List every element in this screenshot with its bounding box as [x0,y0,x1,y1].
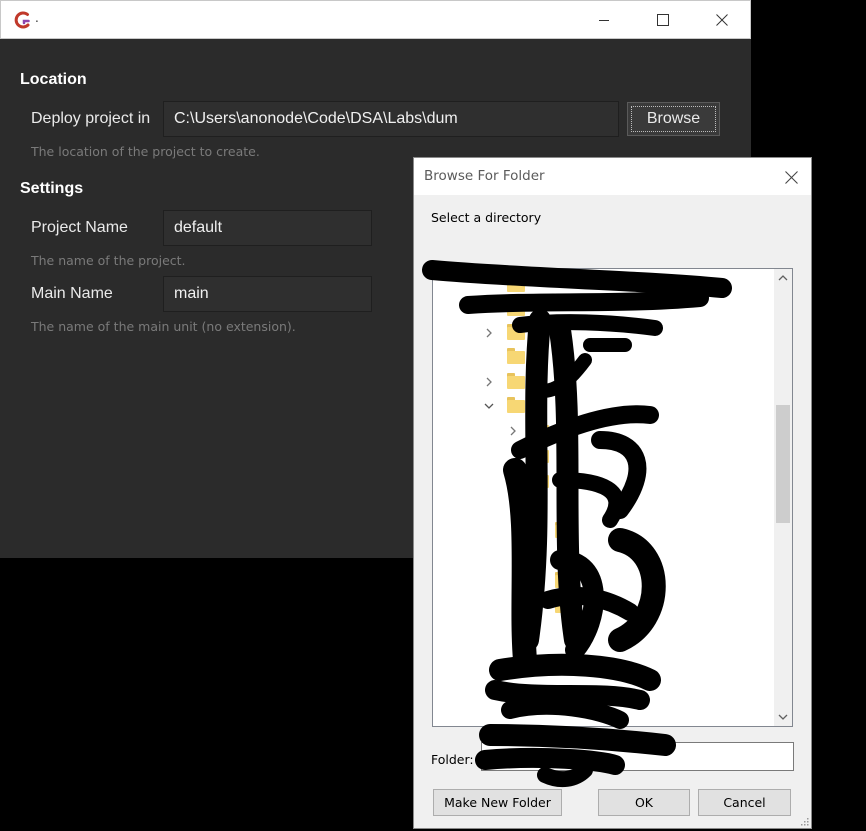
chevron-down-icon[interactable] [483,400,495,412]
tree-item[interactable] [433,594,773,618]
folder-icon [531,422,549,438]
app-logo-icon [14,11,30,29]
folder-icon [507,397,525,413]
cancel-button[interactable]: Cancel [698,789,791,816]
dialog-instruction: Select a directory [431,210,542,225]
minimize-icon [599,20,609,21]
folder-icon [507,373,525,389]
main-name-label: Main Name [31,285,113,302]
tree-item[interactable] [433,569,773,593]
tree-item[interactable] [433,519,773,543]
chevron-right-icon[interactable] [507,425,519,437]
main-name-hint: The name of the main unit (no extension)… [31,319,296,334]
folder-icon [507,348,525,364]
browse-folder-dialog: Browse For Folder Select a directory Fol… [413,157,812,829]
location-hint: The location of the project to create. [31,144,260,159]
tree-item[interactable] [433,345,773,369]
folder-icon [531,472,549,488]
settings-heading: Settings [20,180,84,197]
dialog-title: Browse For Folder [424,168,545,184]
browse-button[interactable]: Browse [627,102,720,136]
tree-item[interactable] [433,394,773,418]
make-new-folder-button[interactable]: Make New Folder [433,789,562,816]
folder-label: Folder: [431,752,474,767]
folder-icon [531,447,549,463]
resize-grip-icon[interactable] [799,816,809,826]
close-button[interactable] [699,1,745,39]
close-icon [784,170,798,184]
scroll-thumb[interactable] [776,405,790,523]
tree-item[interactable] [433,444,773,468]
folder-icon [507,300,525,316]
folder-icon [507,324,525,340]
chevron-down-icon [778,714,788,720]
folder-icon [507,276,525,292]
dialog-close-button[interactable] [776,162,806,192]
deploy-label: Deploy project in [31,110,151,127]
folder-icon [555,572,573,588]
ok-button[interactable]: OK [598,789,690,816]
folder-tree[interactable] [432,268,793,727]
scroll-up-button[interactable] [774,269,792,287]
tree-item[interactable] [433,273,773,297]
minimize-button[interactable] [581,1,627,39]
folder-icon [555,597,573,613]
tree-scrollbar[interactable] [774,269,792,726]
main-name-input[interactable]: main [163,276,372,312]
tree-item[interactable] [433,469,773,493]
chevron-right-icon[interactable] [483,327,495,339]
scroll-down-button[interactable] [774,708,792,726]
folder-input[interactable] [481,742,794,771]
tree-item[interactable] [433,370,773,394]
folder-icon [555,522,573,538]
project-name-input[interactable]: default [163,210,372,246]
focus-ring [631,106,716,132]
chevron-up-icon [778,275,788,281]
location-heading: Location [20,71,87,88]
maximize-icon [657,14,669,26]
chevron-right-icon[interactable] [483,376,495,388]
maximize-button[interactable] [640,1,686,39]
deploy-path-input[interactable]: C:\Users\anonode\Code\DSA\Labs\dum [163,101,619,137]
tree-item[interactable] [433,321,773,345]
tree-item[interactable] [433,419,773,443]
project-name-label: Project Name [31,219,128,236]
project-name-hint: The name of the project. [31,253,186,268]
tree-item[interactable] [433,297,773,321]
window-title: . [35,11,39,25]
window-titlebar[interactable]: . [0,0,751,39]
dialog-titlebar[interactable]: Browse For Folder [414,158,811,195]
close-icon [716,14,728,26]
